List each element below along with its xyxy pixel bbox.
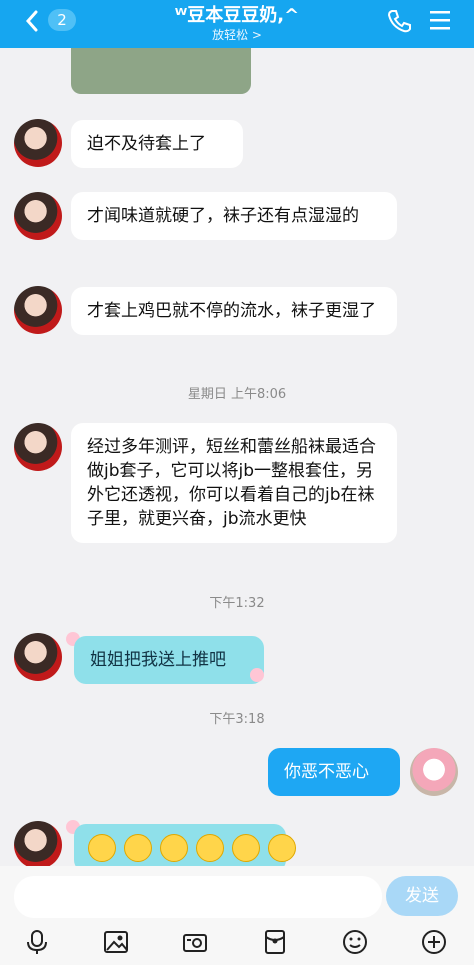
toolbar	[0, 922, 474, 965]
emoji-icon	[268, 834, 296, 862]
emoji-icon	[232, 834, 260, 862]
timestamp: 下午3:18	[209, 712, 265, 727]
message-bubble[interactable]: 迫不及待套上了	[71, 120, 243, 168]
message-list[interactable]: 迫不及待套上了 才闻味道就硬了，袜子还有点湿湿的 才套上鸡巴就不停的流水，袜子更…	[0, 48, 474, 866]
avatar[interactable]	[14, 423, 62, 471]
image-icon[interactable]	[102, 928, 130, 956]
emoji-icon	[196, 834, 224, 862]
emoji-row	[88, 834, 296, 862]
avatar[interactable]	[14, 633, 62, 681]
phone-icon[interactable]	[386, 8, 412, 34]
avatar[interactable]	[14, 821, 62, 866]
plus-icon[interactable]	[420, 928, 448, 956]
chat-header: 2 ᵂ豆本豆豆奶,^ 放轻松 >	[0, 0, 474, 48]
message-bubble[interactable]: 才套上鸡巴就不停的流水，袜子更湿了	[71, 287, 397, 335]
emoji-icon	[160, 834, 188, 862]
input-bar: 发送	[0, 866, 474, 922]
message-bubble[interactable]: 才闻味道就硬了，袜子还有点湿湿的	[71, 192, 397, 240]
avatar[interactable]	[14, 286, 62, 334]
emoji-icon[interactable]	[341, 928, 369, 956]
message-bubble[interactable]: 经过多年测评，短丝和蕾丝船袜最适合做jb套子，它可以将jb一整根套住，另外它还透…	[71, 423, 397, 543]
bubble-decoration	[250, 668, 264, 682]
message-bubble[interactable]: 你恶不恶心	[268, 748, 400, 796]
emoji-icon	[88, 834, 116, 862]
menu-icon[interactable]	[428, 9, 452, 31]
avatar[interactable]	[14, 192, 62, 240]
send-button[interactable]: 发送	[386, 876, 458, 916]
message-bubble[interactable]: 姐姐把我送上推吧	[74, 636, 264, 684]
timestamp: 星期日 上午8:06	[187, 387, 287, 402]
red-packet-icon[interactable]	[261, 928, 289, 956]
emoji-icon	[124, 834, 152, 862]
message-input[interactable]	[14, 876, 382, 918]
avatar[interactable]	[14, 119, 62, 167]
image-message[interactable]	[71, 48, 251, 94]
emoji-message[interactable]	[74, 824, 296, 866]
timestamp: 下午1:32	[209, 596, 265, 611]
my-avatar[interactable]	[410, 748, 458, 796]
mic-icon[interactable]	[23, 928, 51, 956]
camera-icon[interactable]	[181, 928, 209, 956]
